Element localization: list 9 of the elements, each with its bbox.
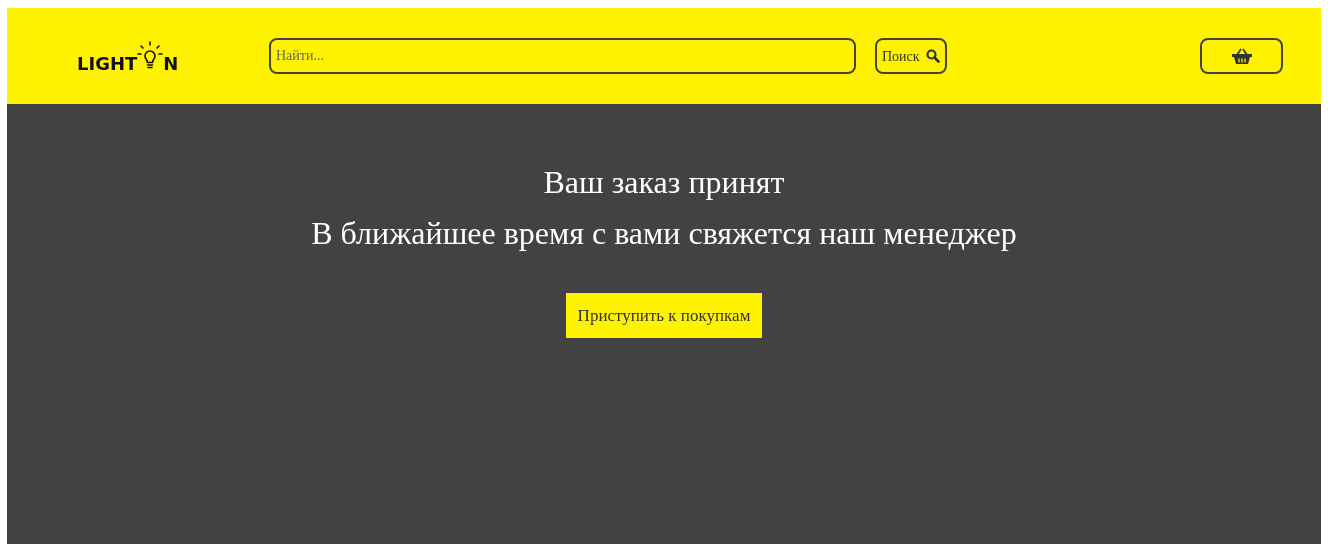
search-field[interactable]: Найти... [269,38,856,74]
basket-icon [1231,48,1252,64]
start-shopping-button[interactable]: Приступить к покупкам [565,293,763,338]
cart-button[interactable] [1200,38,1283,74]
order-title: Ваш заказ принят [543,163,785,202]
search-button[interactable]: Поиск [875,38,947,74]
search-icon [925,49,940,63]
logo[interactable]: LIGHT N [77,39,197,73]
order-subtitle: В ближайшее время с вами свяжется наш менеджер [311,214,1017,253]
